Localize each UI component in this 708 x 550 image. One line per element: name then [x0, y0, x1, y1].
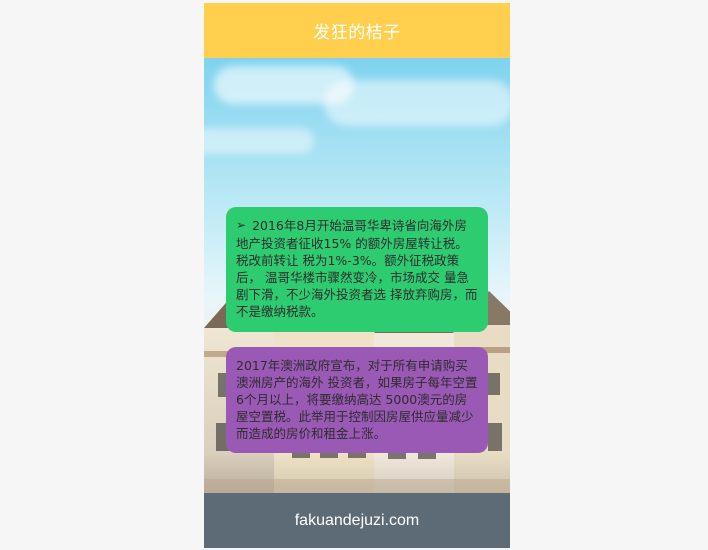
info-card-text: ➢ 2016年8月开始温哥华卑诗省向海外房地产投资者征收15% 的额外房屋转让税。…	[236, 217, 478, 320]
header-bar: 发狂的桔子	[204, 3, 510, 58]
info-card-purple: 2017年澳洲政府宣布，对于所有申请购买澳洲房产的海外 投资者，如果房子每年空置…	[226, 347, 488, 453]
phone-frame: 发狂的桔子 ➢ 2016年8月开始温哥华卑诗省向海外房地产投资者征收15% 的额…	[204, 3, 510, 548]
info-card-paragraph: 2017年澳洲政府宣布，对于所有申请购买澳洲房产的海外 投资者，如果房子每年空置…	[236, 358, 478, 441]
arrow-right-icon: ➢	[236, 218, 247, 232]
cloud-decoration	[324, 80, 510, 126]
footer-bar: fakuandejuzi.com	[204, 493, 510, 548]
info-card-paragraph: 2016年8月开始温哥华卑诗省向海外房地产投资者征收15% 的额外房屋转让税。税…	[236, 218, 478, 319]
hero-background: ➢ 2016年8月开始温哥华卑诗省向海外房地产投资者征收15% 的额外房屋转让税。…	[204, 58, 510, 493]
info-card-green: ➢ 2016年8月开始温哥华卑诗省向海外房地产投资者征收15% 的额外房屋转让税。…	[226, 207, 488, 332]
page-title: 发狂的桔子	[313, 23, 401, 43]
footer-domain: fakuandejuzi.com	[294, 511, 420, 529]
cloud-decoration	[204, 128, 314, 154]
